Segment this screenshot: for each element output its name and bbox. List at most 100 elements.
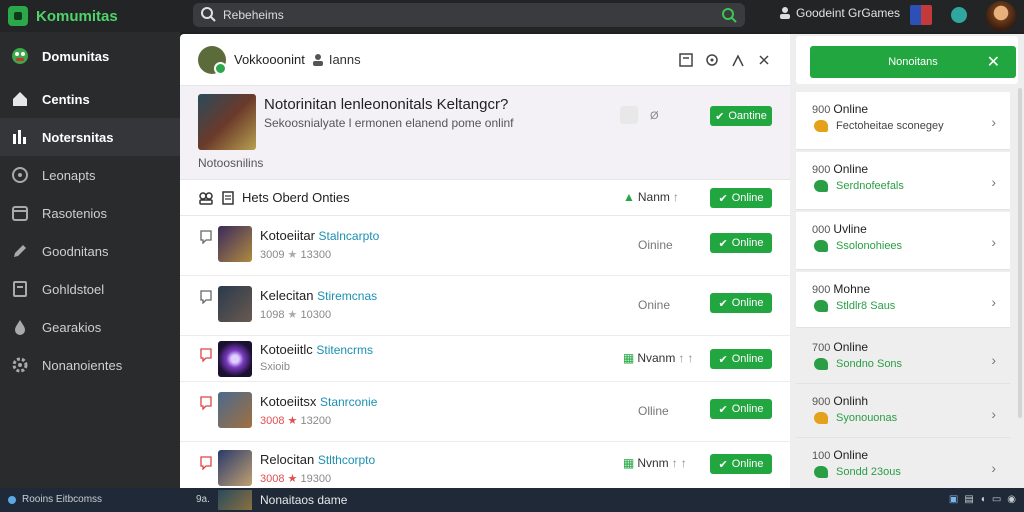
- sidebar-item-community[interactable]: Domunitas: [0, 32, 180, 80]
- brand-logo-icon: [8, 6, 28, 26]
- settings-icon[interactable]: [704, 52, 720, 68]
- online-button[interactable]: ✔ Online: [710, 454, 772, 474]
- sidebar-item-home[interactable]: Centins: [0, 80, 180, 118]
- row-status: Olline: [638, 404, 669, 418]
- pen-icon: [10, 241, 30, 261]
- list-item[interactable]: 100 Online Sondd 23ous ›: [796, 438, 1010, 488]
- chevron-right-icon[interactable]: ›: [991, 406, 996, 422]
- online-button[interactable]: ✔ Online: [710, 293, 772, 313]
- table-row[interactable]: Kotoeiitsx Stanrconie 3008 ★ 13200 Ollin…: [180, 382, 790, 442]
- list-icon: [222, 190, 234, 205]
- battery-icon[interactable]: ▭: [992, 494, 1001, 505]
- volume-icon[interactable]: ◖: [980, 494, 986, 505]
- avatar[interactable]: [986, 1, 1016, 31]
- online-button[interactable]: ✔ Online: [710, 399, 772, 419]
- flag-icon: [200, 230, 212, 244]
- scrollbar[interactable]: [1018, 88, 1022, 418]
- chat-icon: [814, 180, 828, 192]
- section-online-button[interactable]: ✔ Online: [710, 188, 772, 208]
- card-status: 000 Uvline: [812, 222, 867, 236]
- sidebar-item-calendar[interactable]: Rasotenios: [0, 194, 180, 232]
- table-row[interactable]: Kelecitan Stiremcnas 1098 ★ 10300 Onine …: [180, 276, 790, 336]
- chevron-right-icon[interactable]: ›: [991, 174, 996, 190]
- rank-label: ▦ Nvnm ↑ ↑: [623, 456, 687, 470]
- star-icon: ★: [287, 249, 298, 261]
- flag-icon: [200, 348, 212, 362]
- table-row[interactable]: Kotoeiitar Stalncarpto 3009 ★ 13300 Oini…: [180, 216, 790, 276]
- row-thumbnail: [218, 341, 252, 377]
- search-submit-icon[interactable]: [719, 5, 739, 25]
- list-item[interactable]: 900 Online Serdnofeefals ›: [796, 152, 1010, 210]
- flag-icon[interactable]: [910, 5, 932, 25]
- brand[interactable]: Komumitas: [8, 6, 118, 26]
- sidebar-item-label: Centins: [42, 91, 90, 107]
- online-button[interactable]: ✔ Online: [710, 233, 772, 253]
- window-icon[interactable]: [678, 52, 694, 68]
- bottom-bar: Rooins Eitbcomss 9a. Nonaitaos dame ▣ ▤ …: [0, 488, 1024, 512]
- sidebar-item-stats[interactable]: Notersnitas: [0, 118, 180, 156]
- card-subtitle: Stldlr8 Saus: [836, 300, 896, 312]
- sidebar-item-settings[interactable]: Nonanoientes: [0, 346, 180, 384]
- list-item[interactable]: 900 Onlinh Syonouonas ›: [796, 384, 1010, 438]
- featured-thumbnail: [198, 94, 256, 150]
- list-item[interactable]: 700 Online Sondno Sons ›: [796, 330, 1010, 384]
- notification-icon[interactable]: ◉: [1007, 494, 1016, 505]
- header-tools: [678, 52, 772, 68]
- sidebar-item-documents[interactable]: Gohldstoel: [0, 270, 180, 308]
- close-icon[interactable]: ✕: [987, 52, 1000, 72]
- sidebar-item-drops[interactable]: Gearakios: [0, 308, 180, 346]
- bookmark-icon[interactable]: [620, 106, 638, 124]
- table-row[interactable]: Kotoeiitlc Stitencrms Sxioib ▦ Nvanm ↑ ↑…: [180, 336, 790, 382]
- row-meta: 1098 ★ 10300: [260, 309, 332, 321]
- chevron-right-icon[interactable]: ›: [991, 352, 996, 368]
- user-icon: [312, 53, 323, 66]
- search-input[interactable]: [223, 8, 703, 22]
- now-playing-title: Nonaitaos dame: [260, 493, 348, 507]
- list-item[interactable]: 000 Uvline Ssolonohiees ›: [796, 212, 1010, 270]
- account-menu[interactable]: Goodeint GrGames: [778, 6, 900, 20]
- featured-online-button[interactable]: ✔ Oantine: [710, 106, 772, 126]
- chevron-right-icon[interactable]: ›: [991, 294, 996, 310]
- list-item[interactable]: 900 Online Fectoheitae sconegey ›: [796, 92, 1010, 150]
- row-thumbnail: [218, 450, 252, 486]
- check-icon: ✔: [718, 297, 728, 310]
- star-icon: ★: [287, 473, 298, 485]
- globe-icon[interactable]: [951, 7, 967, 23]
- tools-icon[interactable]: [730, 52, 746, 68]
- avatar[interactable]: [198, 45, 227, 75]
- table-row[interactable]: Relocitan Stlthcorpto 3008 ★ 19300 ▦ Nvn…: [180, 442, 790, 488]
- row-meta: 3009 ★ 13300: [260, 249, 332, 261]
- chevron-right-icon[interactable]: ›: [991, 234, 996, 250]
- main-header: Vokkooonint Ianns: [180, 34, 790, 86]
- featured-item[interactable]: Notorinitan lenleononitals Keltangcr? Se…: [180, 86, 790, 180]
- row-meta: 3008 ★ 19300: [260, 473, 332, 485]
- card-subtitle: Serdnofeefals: [836, 180, 904, 192]
- rank-icon: ▦: [623, 456, 635, 470]
- online-button[interactable]: ✔ Online: [710, 349, 772, 369]
- display-icon[interactable]: ▣: [949, 494, 958, 505]
- sidebar-item-label: Rasotenios: [42, 205, 108, 221]
- row-title: Kelecitan Stiremcnas: [260, 288, 378, 303]
- bottom-index: 9a.: [196, 494, 210, 505]
- row-status: Onine: [638, 298, 671, 312]
- card-status: 900 Online: [812, 162, 869, 176]
- main-panel: Vokkooonint Ianns Notorinitan lenleononi…: [180, 34, 790, 488]
- check-icon: ✔: [718, 192, 728, 205]
- card-status: 900 Mohne: [812, 282, 871, 296]
- chevron-right-icon[interactable]: ›: [991, 460, 996, 476]
- bottom-status[interactable]: Rooins Eitbcomss: [8, 494, 102, 505]
- arrow-up-icon: ↑: [680, 456, 687, 470]
- gear-icon: [10, 355, 30, 375]
- chevron-right-icon[interactable]: ›: [991, 114, 996, 130]
- card-subtitle: Sondd 23ous: [836, 466, 901, 478]
- sidebar-item-label: Nonanoientes: [42, 357, 123, 373]
- arrow-up-icon: ↑: [678, 351, 685, 365]
- list-item[interactable]: 900 Mohne Stldlr8 Saus ›: [796, 272, 1010, 328]
- sidebar-item-explore[interactable]: Leonapts: [0, 156, 180, 194]
- sidebar-item-edit[interactable]: Goodnitans: [0, 232, 180, 270]
- network-icon[interactable]: ▤: [964, 494, 973, 505]
- now-playing-thumbnail[interactable]: [218, 490, 252, 510]
- right-primary-button[interactable]: Nonoitans: [810, 46, 1016, 78]
- close-icon[interactable]: [756, 52, 772, 68]
- account-label: Goodeint GrGames: [796, 6, 901, 20]
